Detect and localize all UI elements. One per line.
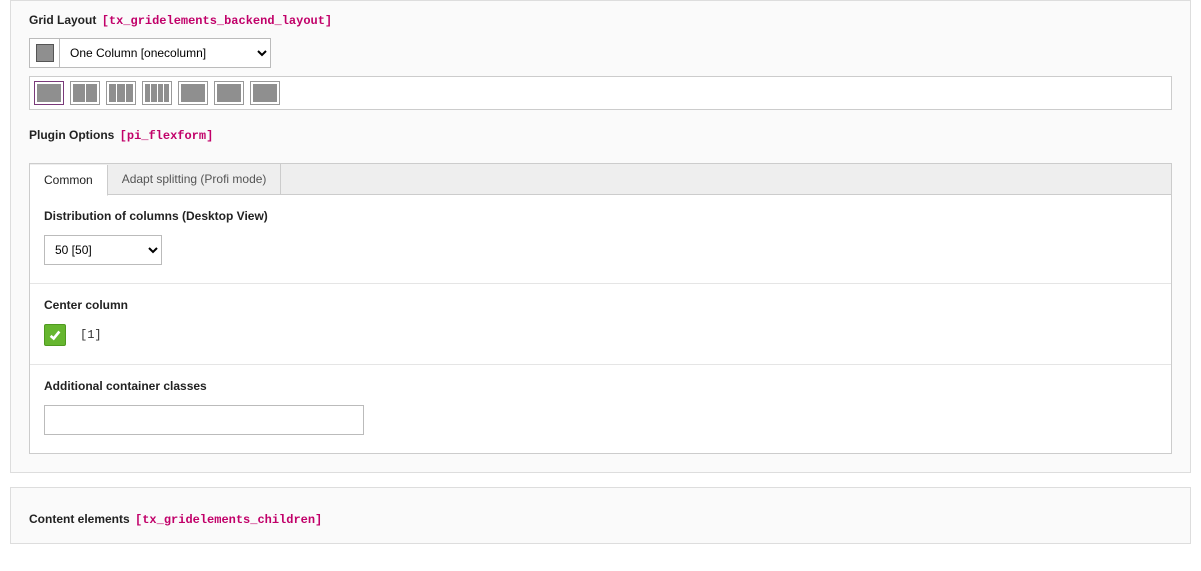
plugin-options-tabs: CommonAdapt splitting (Profi mode) Distr… <box>29 163 1172 454</box>
layout-thumb-1[interactable] <box>70 81 100 105</box>
layout-thumb-col <box>164 84 169 102</box>
tab-common[interactable]: Common <box>30 165 108 196</box>
layout-thumb-2[interactable] <box>106 81 136 105</box>
layout-thumb-6[interactable] <box>250 81 280 105</box>
layout-thumb-5[interactable] <box>214 81 244 105</box>
distribution-select[interactable]: 50 [50] <box>44 235 162 265</box>
plugin-options-title: Plugin Options <box>29 128 114 142</box>
tabs-header: CommonAdapt splitting (Profi mode) <box>30 164 1171 195</box>
layout-thumb-col <box>73 84 85 102</box>
layout-thumb-col <box>109 84 116 102</box>
layout-thumb-row <box>29 76 1172 110</box>
layout-thumb-4[interactable] <box>178 81 208 105</box>
tab-body-common: Distribution of columns (Desktop View) 5… <box>30 195 1171 453</box>
additional-classes-label: Additional container classes <box>44 379 1157 393</box>
grid-layout-title: Grid Layout <box>29 13 96 27</box>
grid-layout-panel: Grid Layout [tx_gridelements_backend_lay… <box>10 0 1191 473</box>
layout-thumb-col <box>151 84 156 102</box>
additional-classes-field: Additional container classes <box>30 365 1171 453</box>
layout-select-row: One Column [onecolumn] <box>29 38 1172 68</box>
plugin-options-section: Plugin Options [pi_flexform] <box>11 116 1190 159</box>
layout-thumb-0[interactable] <box>34 81 64 105</box>
layout-thumb-col <box>37 84 61 102</box>
layout-thumb-col <box>181 84 205 102</box>
center-column-row: [1] <box>44 324 1157 346</box>
content-elements-label: Content elements [tx_gridelements_childr… <box>29 512 1172 527</box>
tab-adapt-splitting-profi-mode-[interactable]: Adapt splitting (Profi mode) <box>108 164 282 194</box>
distribution-label: Distribution of columns (Desktop View) <box>44 209 1157 223</box>
layout-thumb-col <box>158 84 163 102</box>
layout-current-thumb <box>29 38 59 68</box>
plugin-options-tech: [pi_flexform] <box>120 129 214 143</box>
layout-thumb-3[interactable] <box>142 81 172 105</box>
plugin-options-label: Plugin Options [pi_flexform] <box>29 128 1172 143</box>
layout-thumb-col <box>253 84 277 102</box>
content-elements-tech: [tx_gridelements_children] <box>135 513 322 527</box>
content-elements-section: Content elements [tx_gridelements_childr… <box>11 502 1190 543</box>
layout-thumb-col <box>217 84 241 102</box>
grid-layout-section: Grid Layout [tx_gridelements_backend_lay… <box>11 1 1190 116</box>
layout-select[interactable]: One Column [onecolumn] <box>59 38 271 68</box>
layout-thumb-col <box>145 84 150 102</box>
grid-layout-tech: [tx_gridelements_backend_layout] <box>102 14 332 28</box>
content-elements-title: Content elements <box>29 512 130 526</box>
layout-thumb-col <box>126 84 133 102</box>
center-column-value: [1] <box>80 328 102 342</box>
layout-thumb-col <box>86 84 98 102</box>
grid-layout-label: Grid Layout [tx_gridelements_backend_lay… <box>29 13 1172 28</box>
center-column-label: Center column <box>44 298 1157 312</box>
check-icon <box>48 328 62 342</box>
center-column-checkbox[interactable] <box>44 324 66 346</box>
layout-thumb-col <box>117 84 124 102</box>
additional-classes-input[interactable] <box>44 405 364 435</box>
distribution-field: Distribution of columns (Desktop View) 5… <box>30 195 1171 284</box>
center-column-field: Center column [1] <box>30 284 1171 365</box>
layout-thumb-icon <box>36 44 54 62</box>
content-elements-panel: Content elements [tx_gridelements_childr… <box>10 487 1191 544</box>
